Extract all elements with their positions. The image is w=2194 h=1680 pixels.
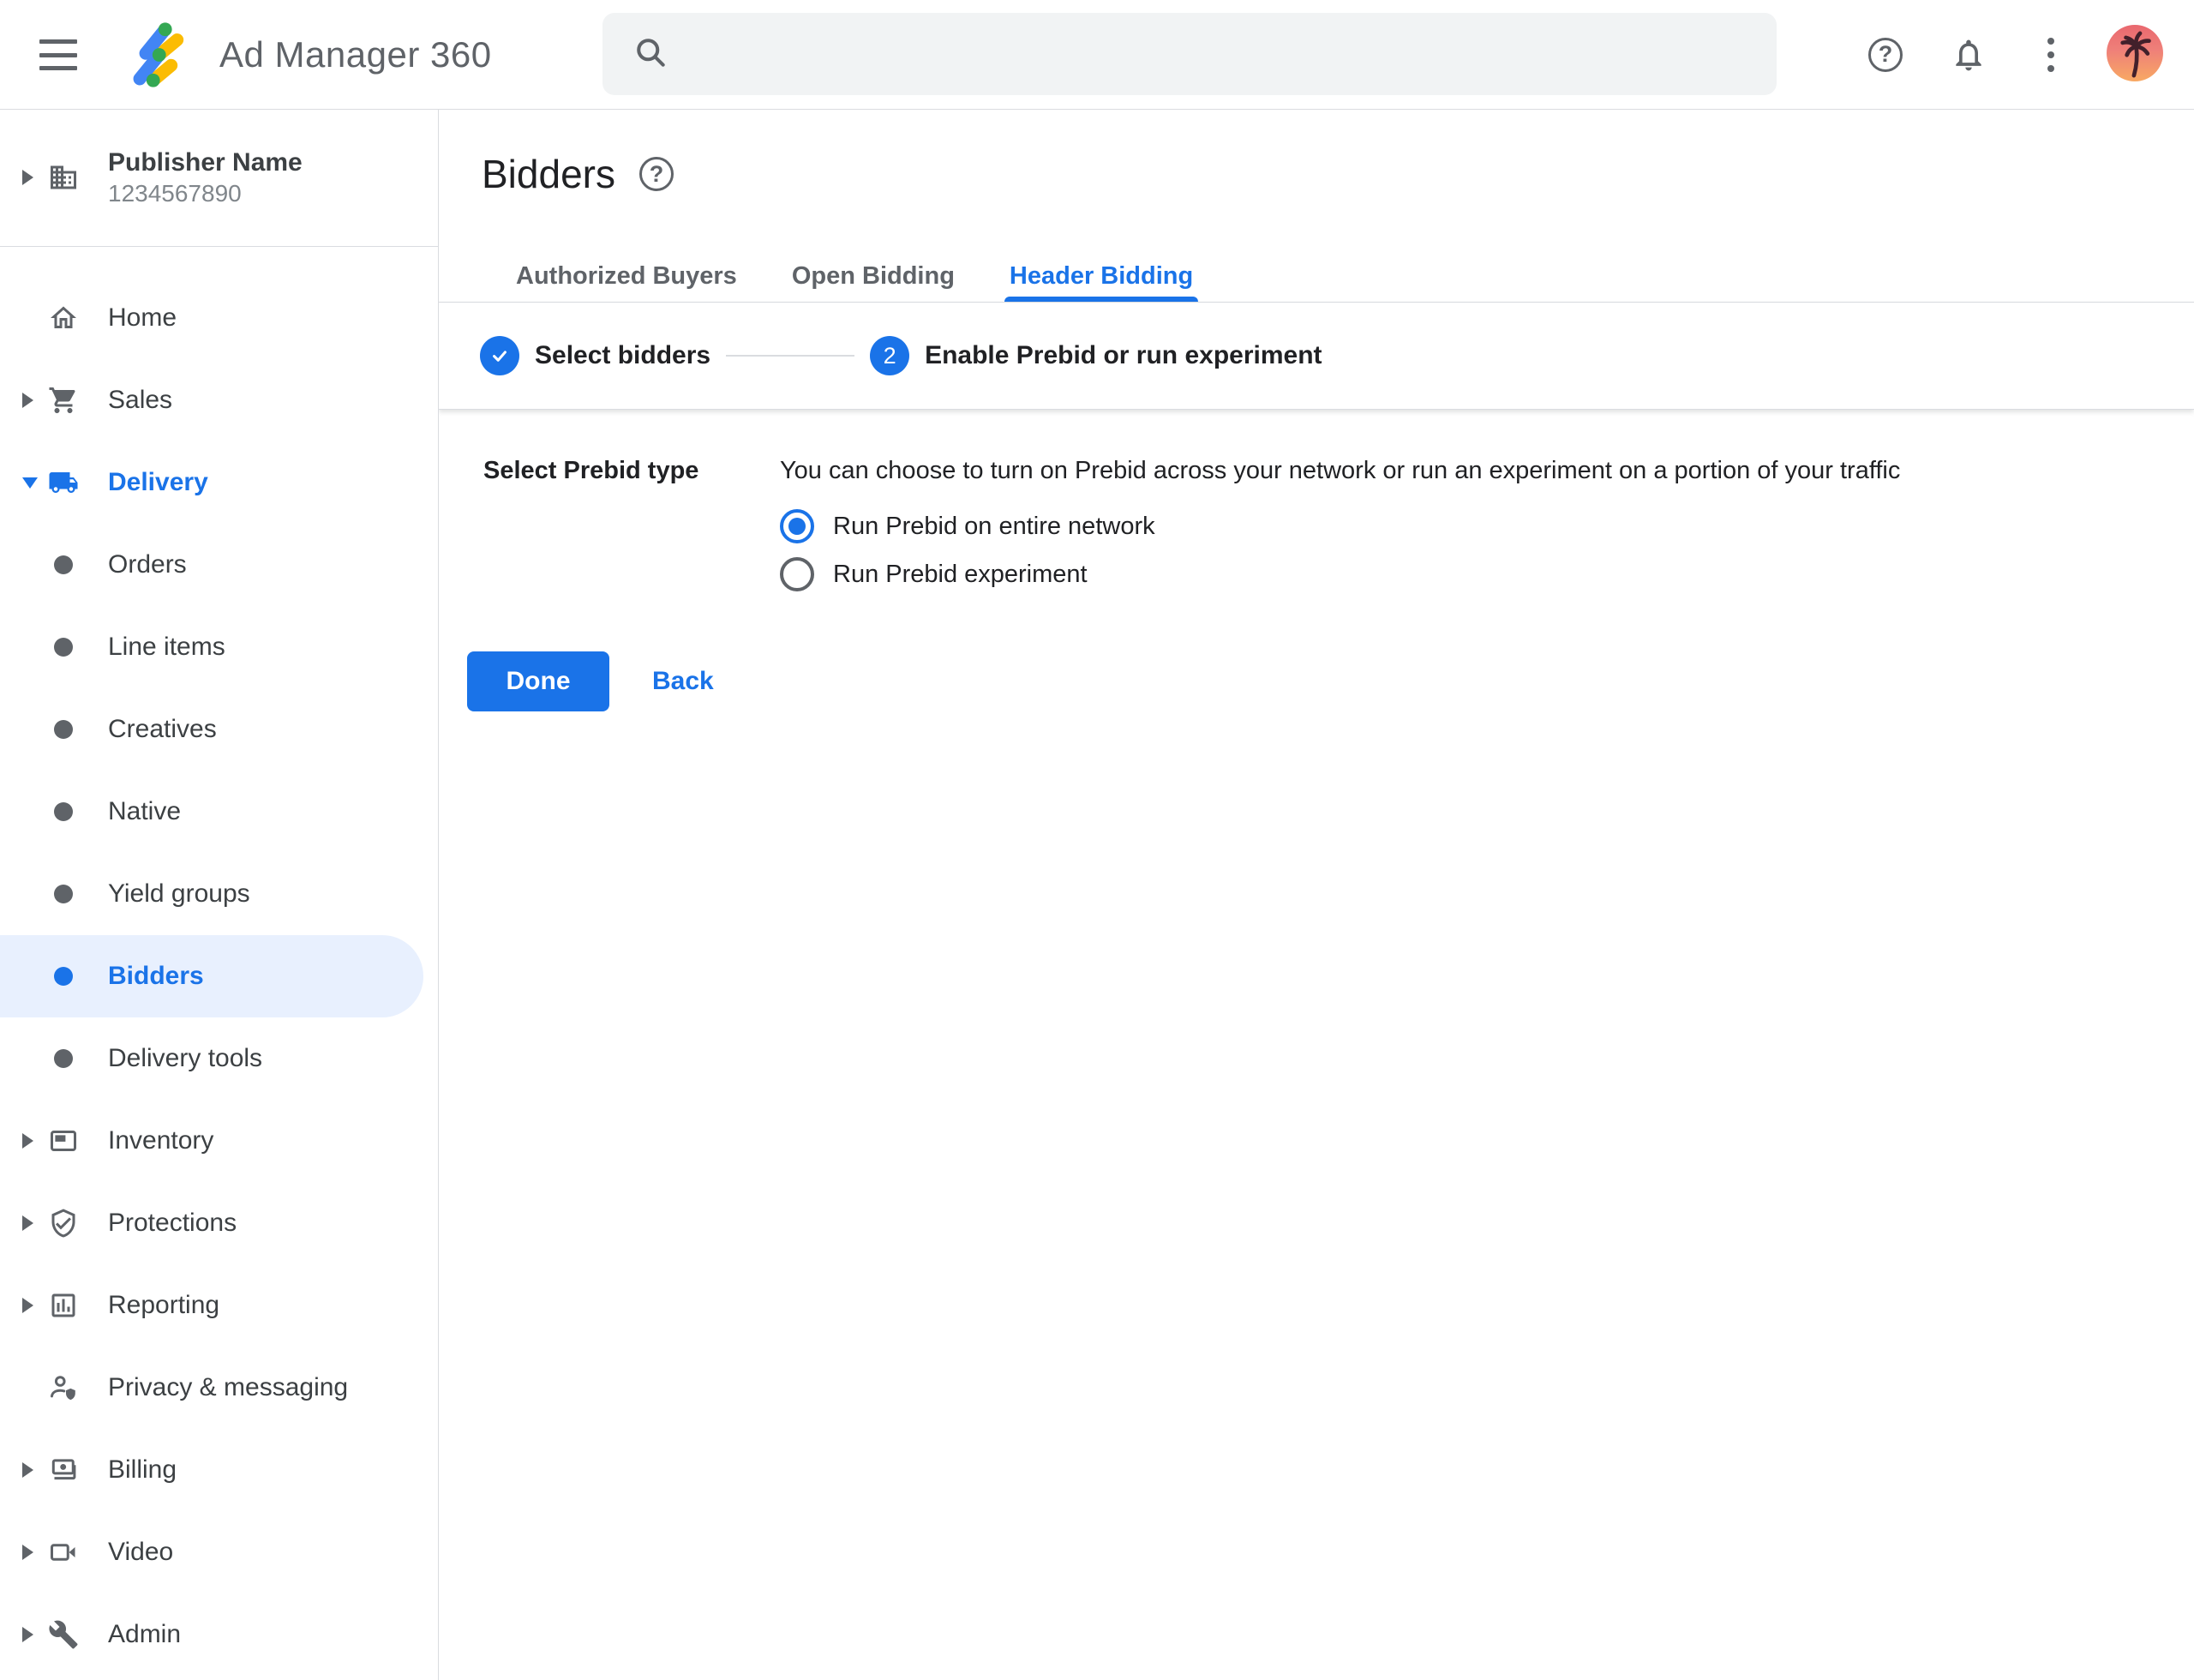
- search-icon: [632, 33, 669, 75]
- top-bar: Ad Manager 360: [0, 0, 2194, 110]
- sidebar-nav: Publisher Name 1234567890 Home: [0, 109, 439, 1680]
- prebid-type-section: Select Prebid type You can choose to tur…: [483, 455, 2194, 591]
- expand-caret-icon: [22, 1462, 33, 1478]
- expand-caret-icon: [22, 170, 33, 185]
- bullet-icon: [48, 1043, 79, 1074]
- search-bar[interactable]: [602, 13, 1777, 95]
- setup-stepper: Select bidders 2 Enable Prebid or run ex…: [439, 303, 2194, 410]
- building-icon: [48, 162, 79, 193]
- tab-authorized-buyers[interactable]: Authorized Buyers: [516, 261, 737, 302]
- inventory-icon: [48, 1125, 79, 1156]
- help-icon[interactable]: [1855, 0, 1916, 109]
- radio-unselected-icon[interactable]: [780, 557, 814, 591]
- tab-header-bidding[interactable]: Header Bidding: [1010, 261, 1193, 302]
- sidebar-item-delivery[interactable]: Delivery: [0, 441, 438, 524]
- person-shield-icon: [48, 1372, 79, 1403]
- tab-open-bidding[interactable]: Open Bidding: [792, 261, 955, 302]
- bullet-icon: [48, 796, 79, 827]
- home-icon: [48, 303, 79, 333]
- page-title: Bidders: [482, 148, 615, 200]
- sidebar-item-video[interactable]: Video: [0, 1511, 438, 1593]
- notifications-icon[interactable]: [1938, 0, 1999, 109]
- step-number-badge: 2: [870, 336, 909, 375]
- search-input[interactable]: [692, 27, 1777, 81]
- sidebar-item-bidders[interactable]: Bidders: [0, 935, 423, 1017]
- bar-chart-icon: [48, 1290, 79, 1321]
- sidebar-item-admin[interactable]: Admin: [0, 1593, 438, 1676]
- expand-caret-icon: [22, 1545, 33, 1560]
- ad-manager-app: Ad Manager 360: [0, 0, 2194, 1680]
- app-name: Ad Manager 360: [219, 0, 492, 109]
- bullet-icon: [48, 632, 79, 663]
- publisher-switcher[interactable]: Publisher Name 1234567890: [0, 109, 438, 247]
- sidebar-item-native[interactable]: Native: [0, 771, 438, 853]
- sidebar-item-home[interactable]: Home: [0, 277, 438, 359]
- bullet-icon: [48, 879, 79, 909]
- cart-icon: [48, 385, 79, 416]
- palm-tree-avatar[interactable]: [2107, 25, 2163, 81]
- active-tab-indicator: [1004, 297, 1198, 302]
- radio-selected-icon[interactable]: [780, 509, 814, 543]
- sidebar-item-billing[interactable]: Billing: [0, 1429, 438, 1511]
- sidebar-item-sales[interactable]: Sales: [0, 359, 438, 441]
- sidebar-item-creatives[interactable]: Creatives: [0, 688, 438, 771]
- sidebar-item-line-items[interactable]: Line items: [0, 606, 438, 688]
- shield-check-icon: [48, 1208, 79, 1239]
- step-connector: [726, 355, 854, 357]
- videocam-icon: [48, 1537, 79, 1568]
- expand-caret-icon: [22, 1215, 33, 1231]
- sidebar-item-protections[interactable]: Protections: [0, 1182, 438, 1264]
- publisher-id: 1234567890: [108, 180, 242, 207]
- step-check-icon: [480, 336, 519, 375]
- collapse-caret-icon: [22, 477, 38, 489]
- ad-manager-logo: [122, 19, 194, 91]
- bullet-icon: [48, 549, 79, 580]
- expand-caret-icon: [22, 393, 33, 408]
- publisher-name: Publisher Name: [108, 148, 303, 177]
- menu-icon[interactable]: [39, 39, 79, 70]
- sidebar-item-orders[interactable]: Orders: [0, 524, 438, 606]
- section-description: You can choose to turn on Prebid across …: [780, 455, 2194, 486]
- step-select-bidders[interactable]: Select bidders: [480, 336, 710, 375]
- payments-icon: [48, 1455, 79, 1485]
- sidebar-item-yield-groups[interactable]: Yield groups: [0, 853, 438, 935]
- bullet-icon: [48, 714, 79, 745]
- more-vert-icon[interactable]: [2020, 0, 2082, 109]
- tab-bar: Authorized Buyers Open Bidding Header Bi…: [439, 261, 2194, 303]
- section-label: Select Prebid type: [483, 455, 780, 591]
- truck-icon: [48, 467, 79, 498]
- radio-run-prebid-experiment[interactable]: Run Prebid experiment: [780, 557, 2194, 591]
- back-button[interactable]: Back: [652, 667, 714, 696]
- main-content: Bidders Authorized Buyers Open Bidding H…: [439, 109, 2194, 1680]
- sidebar-item-delivery-tools[interactable]: Delivery tools: [0, 1017, 438, 1100]
- expand-caret-icon: [22, 1133, 33, 1149]
- wrench-icon: [48, 1619, 79, 1650]
- sidebar-item-privacy-messaging[interactable]: Privacy & messaging: [0, 1347, 438, 1429]
- radio-run-prebid-entire-network[interactable]: Run Prebid on entire network: [780, 509, 2194, 543]
- form-actions: Done Back: [467, 651, 2194, 711]
- page-help-icon[interactable]: [639, 157, 674, 191]
- sidebar-item-inventory[interactable]: Inventory: [0, 1100, 438, 1182]
- done-button[interactable]: Done: [467, 651, 609, 711]
- step-enable-prebid: 2 Enable Prebid or run experiment: [870, 336, 1322, 375]
- expand-caret-icon: [22, 1298, 33, 1313]
- bullet-icon: [48, 961, 79, 992]
- sidebar-item-reporting[interactable]: Reporting: [0, 1264, 438, 1347]
- expand-caret-icon: [22, 1627, 33, 1642]
